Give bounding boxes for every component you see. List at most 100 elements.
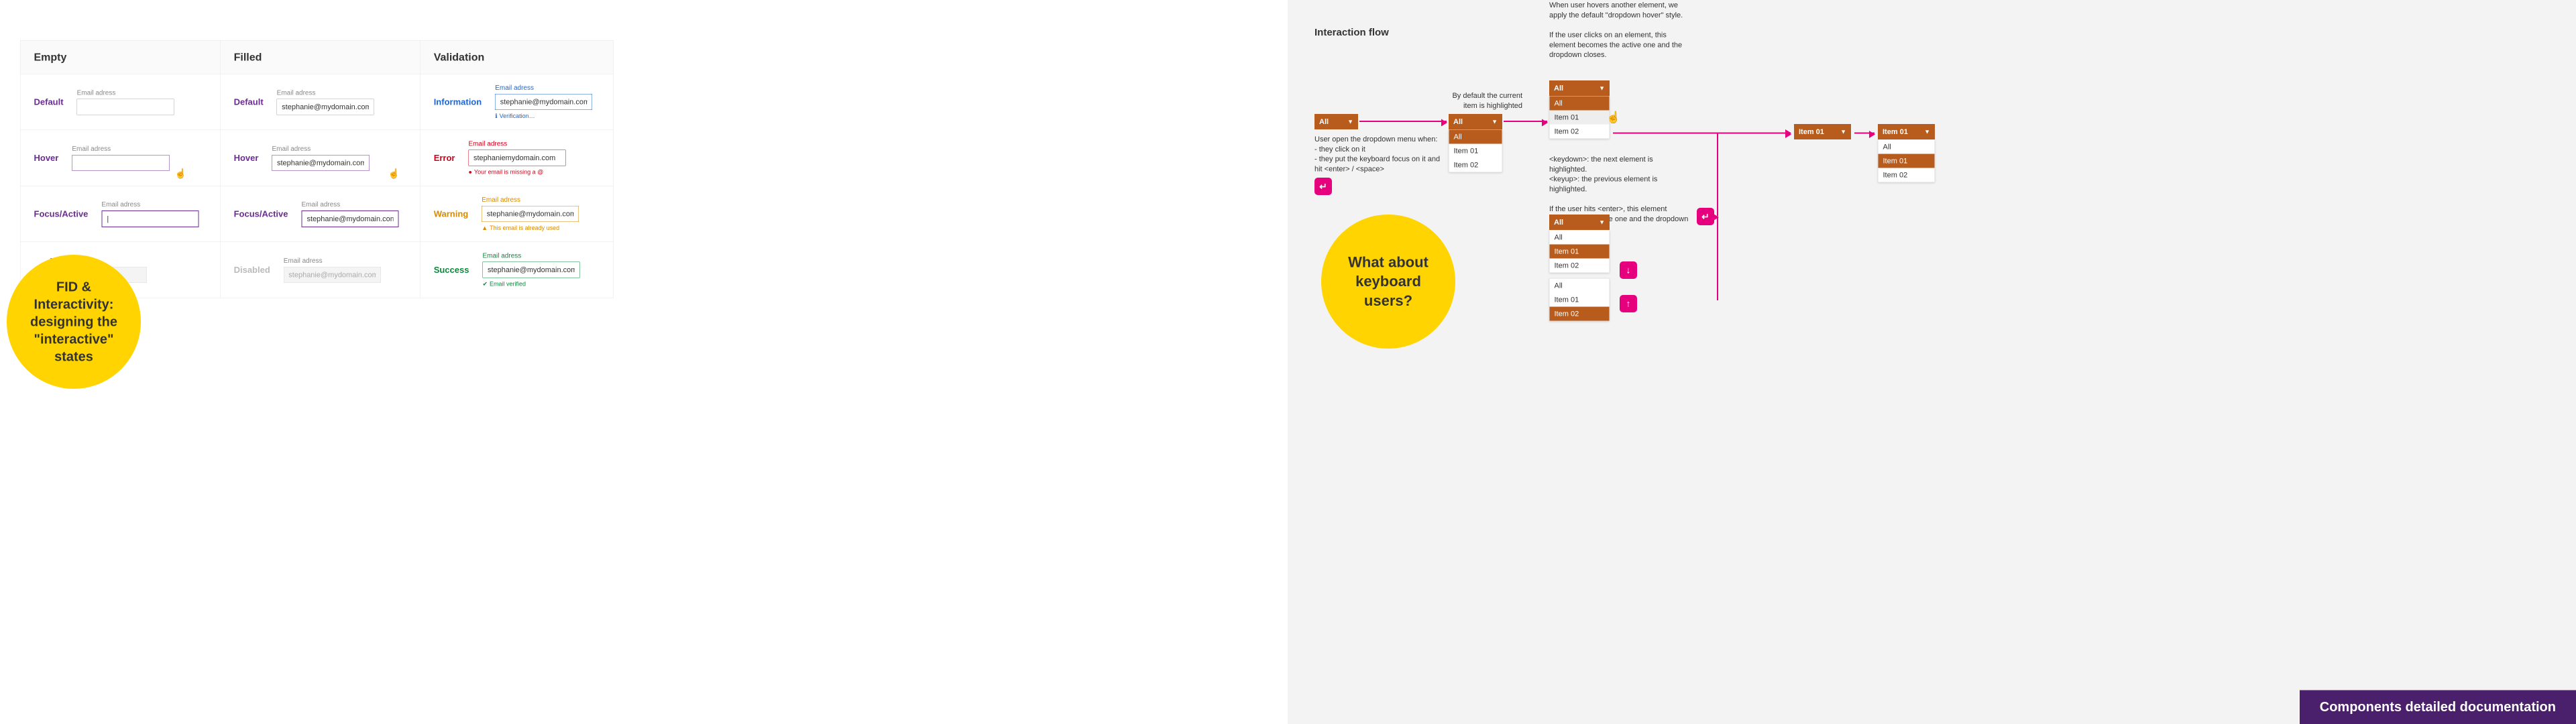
dropdown-open-hover[interactable]: All ▼ All Item 01 Item 02 <box>1549 80 1610 139</box>
chevron-down-icon: ▼ <box>1599 219 1605 226</box>
dropdown-item-2[interactable]: Item 02 <box>1449 158 1502 172</box>
dropdown-item-all[interactable]: All <box>1550 97 1610 111</box>
narrative-default: By default the current item is highlight… <box>1449 90 1522 111</box>
dropdown-item-2[interactable]: Item 02 <box>1550 125 1610 139</box>
callout-badge-keyboard: What about keyboard users? <box>1321 215 1455 349</box>
dropdown-closed[interactable]: All ▼ <box>1314 114 1358 129</box>
chevron-down-icon: ▼ <box>1924 128 1930 135</box>
field-label: Email adress <box>277 89 374 97</box>
dropdown-selected: Item 01 <box>1883 127 1908 136</box>
dropdown-open-keydown[interactable]: All ▼ All Item 01 Item 02 <box>1549 215 1610 273</box>
helper-text: This email is already used <box>490 225 559 232</box>
email-field-filled-default[interactable] <box>277 99 374 115</box>
state-label-disabled: Disabled <box>234 265 270 276</box>
callout-badge-interactivity: FID & Interactivity: designing the "inte… <box>7 255 141 389</box>
dropdown-selected: Item 01 <box>1799 127 1824 136</box>
email-field-filled-hover[interactable] <box>272 155 369 171</box>
flow-arrow-vertical <box>1717 217 1718 300</box>
state-label-hover: Hover <box>234 153 259 164</box>
state-label-focus: Focus/Active <box>234 208 288 219</box>
dropdown-item-1[interactable]: Item 01 <box>1879 154 1935 168</box>
dropdown-result[interactable]: Item 01 ▼ <box>1794 124 1851 139</box>
dropdown-selected: All <box>1554 218 1563 227</box>
footer-caption: Components detailed documentation <box>2300 690 2576 724</box>
dropdown-item-2[interactable]: Item 02 <box>1879 168 1935 182</box>
chevron-down-icon: ▼ <box>1599 84 1605 92</box>
dropdown-open-default[interactable]: All ▼ All Item 01 Item 02 <box>1449 114 1502 172</box>
flow-arrow <box>1359 121 1447 122</box>
dropdown-item-1[interactable]: Item 01 <box>1550 245 1610 259</box>
flow-arrow <box>1854 133 1874 134</box>
field-label: Email adress <box>302 200 399 208</box>
dropdown-selected: All <box>1453 117 1463 126</box>
dropdown-selected: All <box>1554 84 1563 93</box>
col-header-validation: Validation <box>420 40 613 74</box>
cursor-hand-icon: ☝ <box>175 168 186 180</box>
field-label: Email adress <box>272 145 369 153</box>
section-heading: Interaction flow <box>1314 27 1389 38</box>
col-header-filled: Filled <box>220 40 420 74</box>
error-icon: ● <box>468 169 471 176</box>
state-label-hover: Hover <box>34 153 59 164</box>
table-row: Default Email adress Default Email adres… <box>20 74 614 130</box>
field-label: Email adress <box>468 140 565 148</box>
table-row: Hover Email adress ☝ Hover Email adress <box>20 130 614 186</box>
email-field-empty-default[interactable] <box>77 99 174 115</box>
email-field-validation-warning[interactable] <box>482 206 579 222</box>
dropdown-open-keyup[interactable]: All Item 01 Item 02 <box>1549 278 1610 321</box>
email-field-validation-success[interactable] <box>482 262 579 278</box>
arrow-up-key-icon: ↑ <box>1620 295 1637 312</box>
enter-key-icon: ↵ <box>1697 208 1714 225</box>
email-field-filled-disabled <box>284 267 381 283</box>
dropdown-selected: All <box>1319 117 1329 126</box>
flow-arrow <box>1504 121 1547 122</box>
field-label: Email adress <box>482 196 579 204</box>
narrative-hover: When user hovers another element, we app… <box>1549 0 1683 60</box>
states-table: Empty Filled Validation Default Email ad… <box>20 40 614 298</box>
success-icon: ✔ <box>482 281 488 288</box>
warning-icon: ▲ <box>482 225 488 232</box>
helper-text: Your email is missing a @ <box>474 169 543 176</box>
dropdown-item-2[interactable]: Item 02 <box>1550 307 1610 321</box>
dropdown-item-all[interactable]: All <box>1449 130 1502 144</box>
col-header-empty: Empty <box>20 40 220 74</box>
email-field-empty-focus[interactable] <box>101 210 199 227</box>
field-label: Email adress <box>72 145 169 153</box>
validation-state-success: Success <box>434 265 469 276</box>
arrow-down-key-icon: ↓ <box>1620 261 1637 279</box>
validation-state-information: Information <box>434 97 482 107</box>
flow-arrow-corner <box>1717 133 1791 217</box>
enter-key-icon: ↵ <box>1314 178 1332 195</box>
dropdown-item-all[interactable]: All <box>1550 231 1610 245</box>
email-field-filled-focus[interactable] <box>302 210 399 227</box>
helper-text: Email verified <box>490 281 526 288</box>
chevron-down-icon: ▼ <box>1840 128 1846 135</box>
field-label: Email adress <box>284 257 381 265</box>
dropdown-item-all[interactable]: All <box>1879 140 1935 154</box>
slide-input-states: Empty Filled Validation Default Email ad… <box>0 0 1288 724</box>
email-field-empty-hover[interactable] <box>72 155 169 171</box>
dropdown-item-2[interactable]: Item 02 <box>1550 259 1610 273</box>
state-label-focus: Focus/Active <box>34 208 89 219</box>
email-field-validation-error[interactable] <box>468 150 565 166</box>
dropdown-item-1[interactable]: Item 01 <box>1449 144 1502 158</box>
dropdown-item-1[interactable]: Item 01 <box>1550 293 1610 307</box>
chevron-down-icon: ▼ <box>1347 118 1353 125</box>
cursor-hand-icon: ☝ <box>388 168 400 180</box>
slide-interaction-flow: Interaction flow All ▼ User open the drop… <box>1288 0 2576 724</box>
field-label: Email adress <box>482 252 579 260</box>
dropdown-result-open[interactable]: Item 01 ▼ All Item 01 Item 02 <box>1878 124 1935 182</box>
helper-text: Verification… <box>500 113 535 120</box>
email-field-validation-info[interactable] <box>495 94 592 110</box>
state-label-default: Default <box>34 97 64 107</box>
validation-state-error: Error <box>434 153 455 164</box>
dropdown-item-all[interactable]: All <box>1550 279 1610 293</box>
cursor-hand-icon: ☝ <box>1606 111 1620 124</box>
chevron-down-icon: ▼ <box>1492 118 1498 125</box>
dropdown-item-1[interactable]: Item 01 <box>1550 111 1610 125</box>
field-label: Email adress <box>101 200 199 208</box>
narrative-open: User open the dropdown menu when: - they… <box>1314 134 1449 174</box>
field-label: Email adress <box>77 89 174 97</box>
field-label: Email adress <box>495 84 592 93</box>
state-label-default: Default <box>234 97 264 107</box>
